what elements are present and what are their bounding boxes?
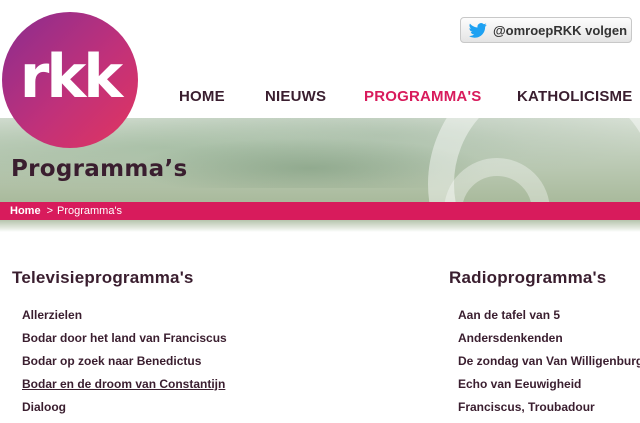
twitter-bird-icon — [469, 22, 487, 38]
logo-text: rkk — [19, 42, 123, 112]
nav-home[interactable]: HOME — [179, 88, 225, 105]
tv-program-link[interactable]: Bodar en de droom van Constantijn — [22, 377, 227, 400]
radio-program-link[interactable]: Andersdenkenden — [458, 331, 640, 354]
hero-bottom-strip — [0, 220, 640, 232]
rkk-logo[interactable]: rkk — [2, 12, 138, 148]
nav-nieuws[interactable]: NIEUWS — [265, 88, 326, 105]
tv-programs-list: Allerzielen Bodar door het land van Fran… — [22, 308, 227, 423]
breadcrumb: Home > Programma's — [0, 202, 640, 220]
radio-program-link[interactable]: De zondag van Van Willigenburg — [458, 354, 640, 377]
breadcrumb-current: Programma's — [57, 205, 123, 217]
radio-programs-title: Radioprogramma's — [449, 268, 607, 287]
tv-program-link[interactable]: Bodar door het land van Franciscus — [22, 331, 227, 354]
page-title: Programma’s — [11, 156, 188, 182]
twitter-follow-button[interactable]: @omroepRKK volgen — [460, 17, 632, 43]
nav-katholicisme[interactable]: KATHOLICISME — [517, 88, 632, 105]
breadcrumb-home-link[interactable]: Home — [10, 205, 41, 217]
nav-programmas[interactable]: PROGRAMMA'S — [364, 88, 481, 105]
tv-program-link[interactable]: Bodar op zoek naar Benedictus — [22, 354, 227, 377]
radio-program-link[interactable]: Echo van Eeuwigheid — [458, 377, 640, 400]
radio-program-link[interactable]: Aan de tafel van 5 — [458, 308, 640, 331]
twitter-follow-label: @omroepRKK volgen — [493, 22, 628, 38]
radio-programs-list: Aan de tafel van 5 Andersdenkenden De zo… — [458, 308, 640, 423]
breadcrumb-separator: > — [46, 205, 53, 217]
tv-programs-title: Televisieprogramma's — [12, 268, 194, 287]
tv-program-link[interactable]: Allerzielen — [22, 308, 227, 331]
